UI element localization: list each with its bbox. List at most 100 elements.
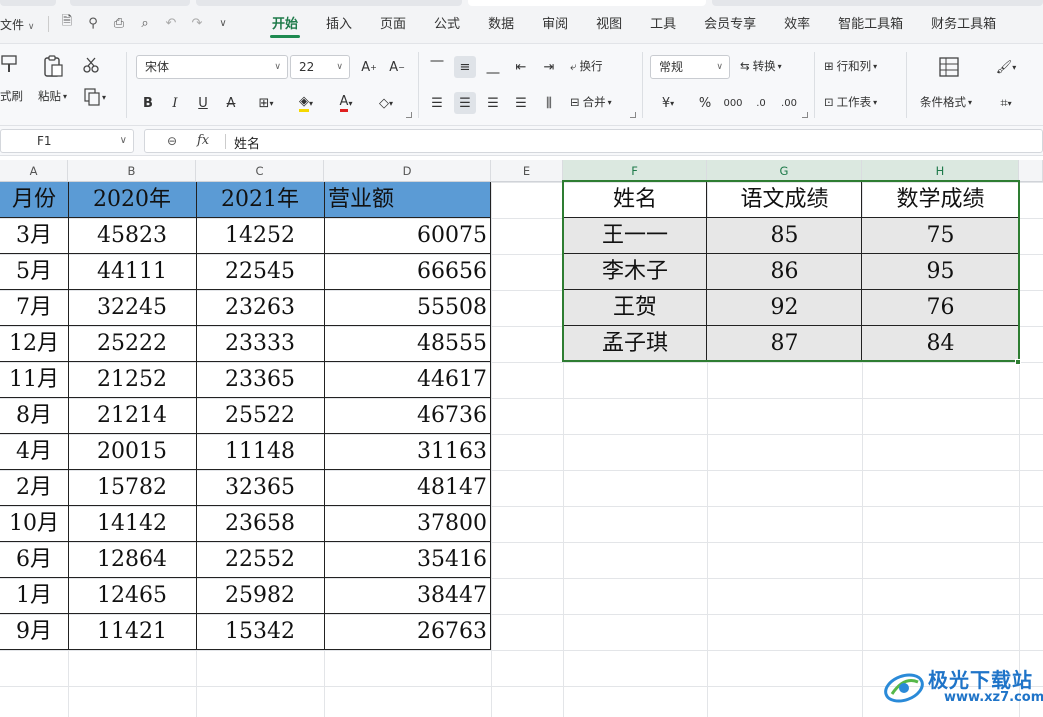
decrease-font-icon[interactable]: A − (386, 56, 408, 78)
function-icon[interactable]: fx (197, 133, 209, 148)
table-header-cell[interactable]: 2020年 (68, 182, 196, 218)
wrap-text-button[interactable]: ⤶ 换行 (570, 58, 602, 74)
table-cell[interactable]: 8月 (0, 398, 68, 434)
fill-color-icon[interactable]: ◈ ▾ (290, 92, 322, 114)
tab-6[interactable]: 视图 (582, 0, 636, 44)
doc-tab-2[interactable] (70, 0, 190, 6)
clear-format-icon[interactable]: ◇ ▾ (370, 92, 402, 114)
undo-icon[interactable]: ↶ (162, 14, 180, 32)
table-cell[interactable]: 25222 (68, 326, 196, 362)
underline-icon[interactable]: U (192, 92, 214, 114)
fill-handle[interactable] (1015, 359, 1021, 365)
distributed-icon[interactable]: ⫼ (538, 92, 560, 114)
more-chevron-icon[interactable]: ∨ (214, 14, 232, 32)
name-box[interactable]: F1 ∨ (0, 129, 134, 153)
table-cell[interactable]: 2月 (0, 470, 68, 506)
row-col-button[interactable]: ⊞ 行和列 ▾ (824, 58, 877, 74)
table-cell[interactable]: 6月 (0, 542, 68, 578)
table-cell[interactable]: 22552 (196, 542, 324, 578)
table-cell[interactable]: 35416 (324, 542, 491, 578)
table-cell[interactable]: 12465 (68, 578, 196, 614)
table-header-cell[interactable]: 月份 (0, 182, 68, 218)
table-cell[interactable]: 9月 (0, 614, 68, 650)
table-cell[interactable]: 21214 (68, 398, 196, 434)
table-cell[interactable]: 23333 (196, 326, 324, 362)
table-cell[interactable]: 45823 (68, 218, 196, 254)
table-cell[interactable]: 25522 (196, 398, 324, 434)
table-cell[interactable]: 60075 (324, 218, 491, 254)
table-cell[interactable]: 23365 (196, 362, 324, 398)
table-cell[interactable]: 4月 (0, 434, 68, 470)
tab-0[interactable]: 开始 (258, 0, 312, 44)
justify-icon[interactable]: ☰ (510, 92, 532, 114)
align-center-icon[interactable]: ☰ (454, 92, 476, 114)
align-left-icon[interactable]: ☰ (426, 92, 448, 114)
worksheet-button[interactable]: ⊡ 工作表 ▾ (824, 94, 877, 110)
table-cell[interactable]: 38447 (324, 578, 491, 614)
align-top-icon[interactable]: ⎺ (426, 56, 448, 78)
column-header-extra[interactable] (1019, 160, 1043, 182)
table-cell[interactable]: 7月 (0, 290, 68, 326)
increase-decimal-icon[interactable]: .0 (750, 92, 772, 114)
print-icon[interactable]: ⎙ (110, 14, 128, 32)
table-cell[interactable]: 14142 (68, 506, 196, 542)
column-header-a[interactable]: A (0, 160, 68, 182)
tab-9[interactable]: 效率 (770, 0, 824, 44)
tab-2[interactable]: 页面 (366, 0, 420, 44)
font-size-select[interactable]: 22 ∨ (290, 55, 350, 79)
conditional-format-button[interactable]: 条件格式 ▾ (920, 94, 972, 110)
table-cell[interactable]: 11月 (0, 362, 68, 398)
doc-tab-1[interactable] (0, 0, 56, 6)
table-cell[interactable]: 11148 (196, 434, 324, 470)
number-format-select[interactable]: 常规 ∨ (650, 55, 730, 79)
table-cell[interactable]: 46736 (324, 398, 491, 434)
table-cell[interactable]: 5月 (0, 254, 68, 290)
table-header-cell[interactable]: 营业额 (324, 182, 491, 218)
tab-7[interactable]: 工具 (636, 0, 690, 44)
tab-1[interactable]: 插入 (312, 0, 366, 44)
bold-icon[interactable]: B (137, 92, 159, 114)
print-preview-icon[interactable]: ⌕ (136, 14, 154, 32)
convert-button[interactable]: ⇆ 转换 ▾ (740, 58, 782, 74)
search-doc-icon[interactable]: ⚲ (84, 14, 102, 32)
table-cell[interactable]: 20015 (68, 434, 196, 470)
table-cell[interactable]: 10月 (0, 506, 68, 542)
paste-button[interactable]: 粘贴 ▾ (38, 88, 67, 104)
table-cell[interactable]: 14252 (196, 218, 324, 254)
table-cell[interactable]: 25982 (196, 578, 324, 614)
merge-cells-button[interactable]: ⊟ 合并 ▾ (570, 94, 612, 110)
table-cell[interactable]: 44111 (68, 254, 196, 290)
decrease-indent-icon[interactable]: ⇤ (510, 56, 532, 78)
align-right-icon[interactable]: ☰ (482, 92, 504, 114)
table-cell[interactable]: 32245 (68, 290, 196, 326)
table-cell[interactable]: 22545 (196, 254, 324, 290)
number-dialog-icon[interactable] (802, 112, 808, 118)
copy-icon[interactable]: ▾ (84, 88, 106, 106)
tab-8[interactable]: 会员专享 (690, 0, 770, 44)
paste-icon[interactable] (42, 54, 64, 78)
font-dialog-icon[interactable] (406, 112, 412, 118)
column-header-b[interactable]: B (68, 160, 196, 182)
tab-11[interactable]: 财务工具箱 (917, 0, 1010, 44)
table-cell[interactable]: 23658 (196, 506, 324, 542)
italic-icon[interactable]: I (164, 92, 186, 114)
tab-5[interactable]: 审阅 (528, 0, 582, 44)
table-cell[interactable]: 3月 (0, 218, 68, 254)
formula-input-area[interactable]: ⊖ fx 姓名 (144, 129, 1043, 153)
redo-icon[interactable]: ↷ (188, 14, 206, 32)
save-icon[interactable]: 🗎 (58, 14, 76, 32)
decrease-decimal-icon[interactable]: .00 (778, 92, 800, 114)
tab-4[interactable]: 数据 (474, 0, 528, 44)
freeze-icon[interactable]: ⌗ ▾ (990, 92, 1022, 114)
tab-3[interactable]: 公式 (420, 0, 474, 44)
table-cell[interactable]: 15342 (196, 614, 324, 650)
column-header-f[interactable]: F (563, 160, 707, 182)
column-header-e[interactable]: E (491, 160, 563, 182)
strikethrough-icon[interactable]: A (220, 92, 242, 114)
percent-icon[interactable]: % (694, 92, 716, 114)
increase-indent-icon[interactable]: ⇥ (538, 56, 560, 78)
table-cell[interactable]: 12月 (0, 326, 68, 362)
cell-grid[interactable]: 月份 2020年 2021年 营业额 3月 45823 14252 60075 5月 44111 2… (0, 180, 1043, 717)
currency-icon[interactable]: ¥ ▾ (652, 92, 684, 114)
tab-10[interactable]: 智能工具箱 (824, 0, 917, 44)
